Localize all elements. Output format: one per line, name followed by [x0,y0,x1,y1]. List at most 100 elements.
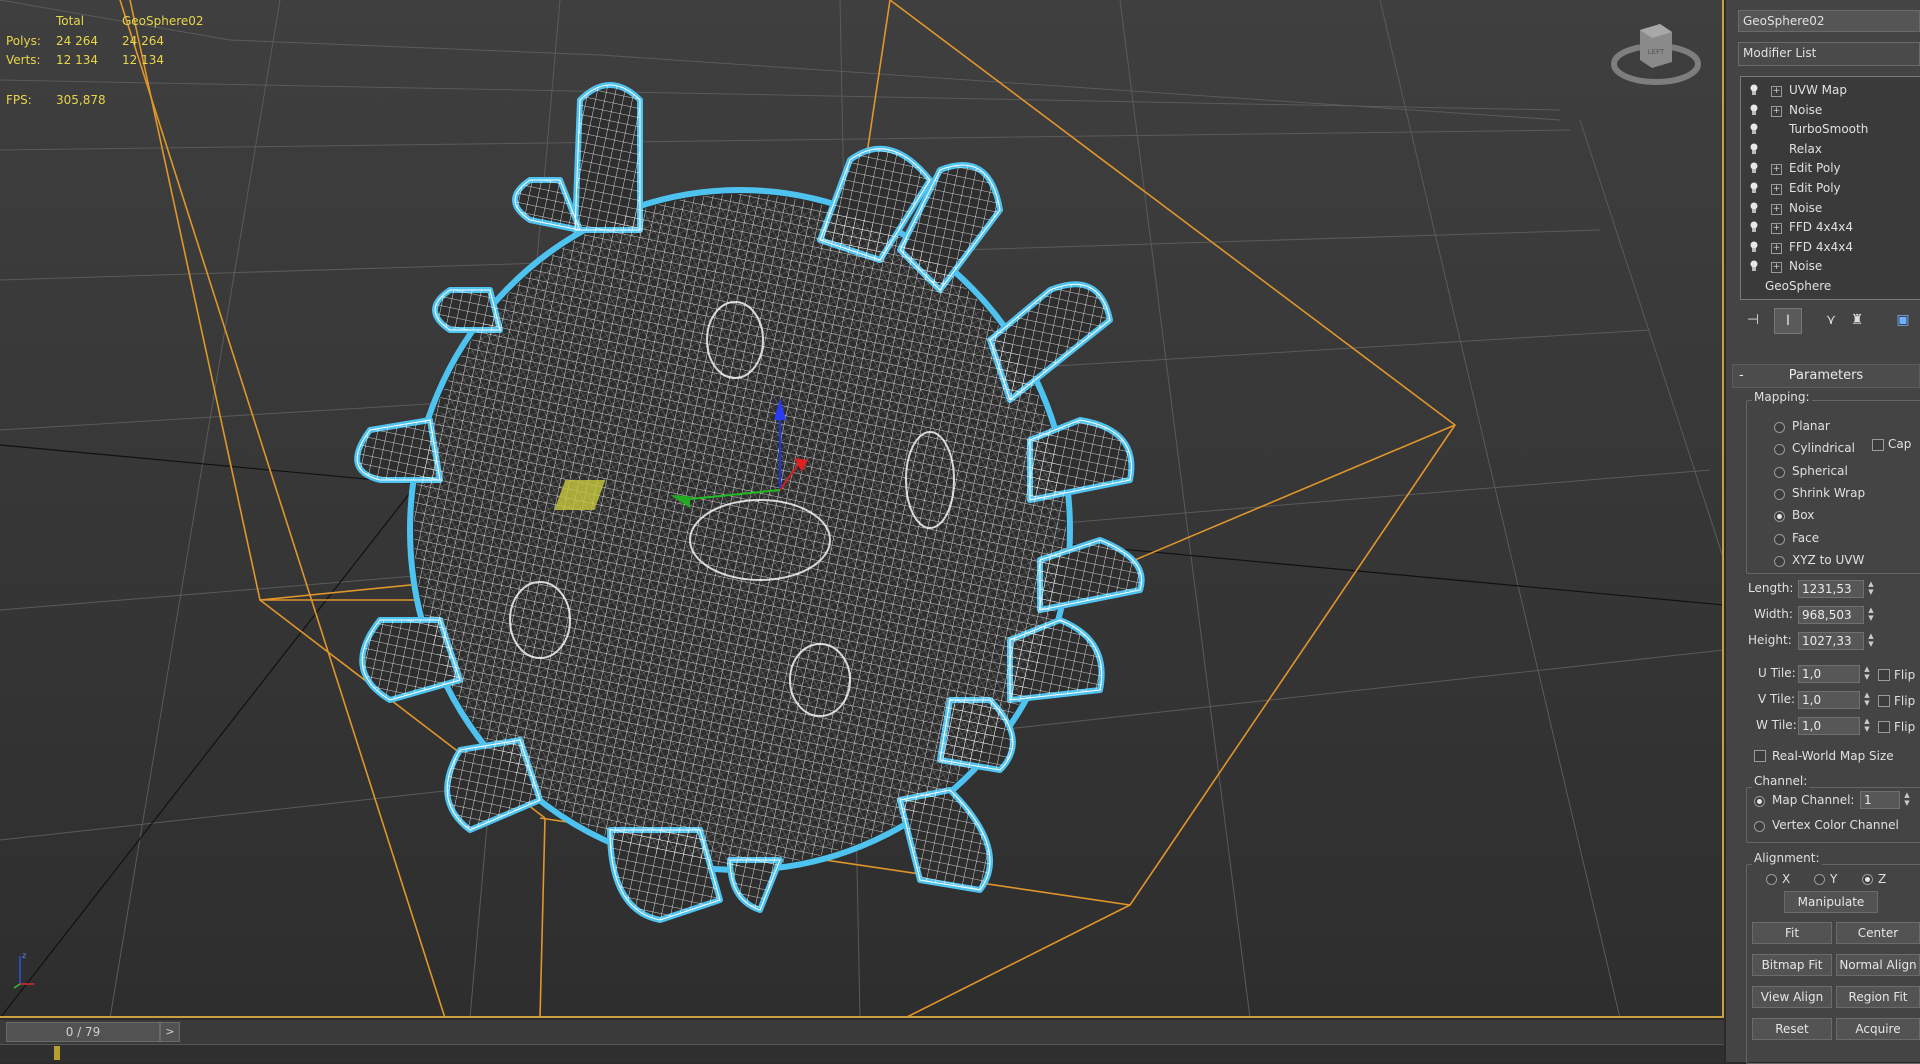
w-tile-spinner[interactable]: 1,0 [1798,717,1860,735]
u-flip-checkbox[interactable] [1878,669,1890,681]
width-spinner-arrows[interactable]: ▲ ▼ [1866,606,1876,624]
configure-sets-icon[interactable]: ▣ [1890,308,1916,332]
track-bar[interactable] [0,1044,1724,1063]
v-tile-spinner-arrows[interactable]: ▲ ▼ [1862,691,1872,709]
fit-button[interactable]: Fit [1752,922,1832,944]
modifier-stack-item[interactable]: + Edit Poly [1741,179,1920,198]
normal-align-button[interactable]: Normal Align [1836,954,1920,976]
geosphere-mesh[interactable] [354,82,1145,923]
modifier-toggle-lightbulb-icon[interactable] [1749,123,1759,135]
modifier-toggle-lightbulb-icon[interactable] [1749,162,1759,174]
expand-modifier-icon[interactable]: + [1771,262,1782,274]
reset-button[interactable]: Reset [1752,1018,1832,1040]
modifier-stack-item[interactable]: + Edit Poly [1741,159,1920,178]
expand-modifier-icon[interactable]: + [1771,86,1782,97]
modifier-stack-item[interactable]: Relax [1741,140,1920,159]
expand-modifier-icon[interactable]: + [1771,203,1782,215]
modifier-toggle-lightbulb-icon[interactable] [1749,104,1759,116]
map-channel-spinner-arrows[interactable]: ▲ ▼ [1902,791,1912,809]
align-x-radio[interactable] [1766,874,1777,885]
parameters-rollout-header[interactable]: - Parameters [1732,364,1920,388]
modifier-toggle-lightbulb-icon[interactable] [1749,143,1759,155]
vertex-color-channel-radio[interactable] [1754,821,1765,832]
expand-modifier-icon[interactable]: + [1771,184,1782,195]
viewcube[interactable]: LEFT [1610,14,1702,90]
base-object-item[interactable]: GeoSphere [1741,277,1920,296]
map-channel-radio[interactable] [1754,796,1765,807]
align-y-radio[interactable] [1814,874,1825,885]
w-flip-checkbox[interactable] [1878,721,1890,733]
mapping-radio-shrink-wrap[interactable] [1774,488,1785,500]
modifier-stack-toolbar: ⊣ Ⅰ ⋎ ♜ ▣ [1740,306,1920,334]
mapping-radio-spherical[interactable] [1774,466,1785,478]
next-frame-button[interactable]: > [160,1022,180,1042]
verts-label: Verts: [6,53,41,67]
modifier-toggle-lightbulb-icon[interactable] [1749,241,1759,253]
align-z-radio[interactable] [1862,874,1873,885]
modifier-toggle-lightbulb-icon[interactable] [1749,260,1759,272]
expand-modifier-icon[interactable]: + [1771,105,1782,117]
pin-stack-icon[interactable]: ⊣ [1740,308,1766,332]
rollout-collapse-toggle[interactable]: - [1739,365,1744,387]
expand-modifier-icon[interactable]: + [1771,223,1782,235]
length-label: Length: [1748,581,1794,595]
modifier-list-dropdown[interactable]: Modifier List [1738,42,1920,66]
u-tile-spinner-arrows[interactable]: ▲ ▼ [1862,665,1872,683]
time-slider[interactable]: 0 / 79 [6,1022,160,1042]
mapping-radio-planar[interactable] [1774,422,1785,433]
modifier-stack-item[interactable]: + Noise [1741,257,1920,276]
modifier-stack-item[interactable]: + UVW Map [1741,81,1920,100]
modifier-stack-item[interactable]: + Noise [1741,101,1920,120]
real-world-map-size-label: Real-World Map Size [1772,749,1894,763]
modifier-stack-item[interactable]: + FFD 4x4x4 [1741,218,1920,237]
modifier-stack-item[interactable]: TurboSmooth [1741,120,1920,139]
remove-modifier-icon[interactable]: ♜ [1844,308,1870,332]
modifier-stack-item-label: Noise [1789,102,1823,117]
u-tile-spinner[interactable]: 1,0 [1798,665,1860,683]
modifier-stack-item[interactable]: + Noise [1741,199,1920,218]
v-tile-spinner[interactable]: 1,0 [1798,691,1860,709]
perspective-viewport[interactable]: Total GeoSphere02 Polys: 24 264 24 264 V… [0,0,1724,1018]
acquire-button[interactable]: Acquire [1836,1018,1920,1040]
bitmap-fit-button[interactable]: Bitmap Fit [1752,954,1832,976]
verts-object: 12 134 [122,53,164,67]
modifier-stack-item-label: Edit Poly [1789,181,1841,195]
region-fit-button[interactable]: Region Fit [1836,986,1920,1008]
expand-modifier-icon[interactable]: + [1771,242,1782,254]
height-spinner-arrows[interactable]: ▲ ▼ [1866,632,1876,650]
center-button[interactable]: Center [1836,922,1920,944]
base-object-label: GeoSphere [1765,279,1832,293]
length-spinner[interactable]: 1231,53 [1798,580,1864,598]
object-name-field[interactable]: GeoSphere02 [1738,10,1920,32]
mapping-radio-xyz-to-uvw[interactable] [1774,555,1785,567]
map-channel-spinner[interactable]: 1 [1860,791,1900,809]
mapping-radio-face[interactable] [1774,533,1785,545]
modifier-stack-item[interactable]: + FFD 4x4x4 [1741,238,1920,257]
manipulate-button[interactable]: Manipulate [1784,891,1878,913]
align-x-label: X [1782,872,1791,886]
modifier-toggle-lightbulb-icon[interactable] [1749,221,1759,233]
width-spinner[interactable]: 968,503 [1798,606,1864,624]
polys-label: Polys: [6,34,41,48]
view-align-button[interactable]: View Align [1752,986,1832,1008]
cap-label: Cap [1888,437,1912,451]
track-bar-current-frame-marker[interactable] [54,1046,60,1060]
mapping-option-label: Shrink Wrap [1792,485,1866,500]
modifier-toggle-lightbulb-icon[interactable] [1749,84,1759,96]
modifier-toggle-lightbulb-icon[interactable] [1749,182,1759,194]
make-unique-icon[interactable]: ⋎ [1818,308,1844,332]
expand-modifier-icon[interactable]: + [1771,164,1782,176]
cap-checkbox[interactable] [1872,439,1884,451]
modifier-toggle-lightbulb-icon[interactable] [1749,202,1759,214]
modifier-stack[interactable]: + UVW Map + Noise TurboSmooth Relax + Edit Poly… [1740,76,1920,300]
mapping-option-label: XYZ to UVW [1792,552,1865,567]
w-tile-spinner-arrows[interactable]: ▲ ▼ [1862,717,1872,735]
height-spinner[interactable]: 1027,33 [1798,632,1864,650]
w-tile-label: W Tile: [1756,718,1797,732]
real-world-map-size-checkbox[interactable] [1754,750,1766,762]
length-spinner-arrows[interactable]: ▲ ▼ [1866,580,1876,598]
axis-tripod-icon: z [13,951,34,989]
width-label: Width: [1754,607,1793,621]
v-flip-checkbox[interactable] [1878,695,1890,707]
show-end-result-icon[interactable]: Ⅰ [1774,308,1802,334]
